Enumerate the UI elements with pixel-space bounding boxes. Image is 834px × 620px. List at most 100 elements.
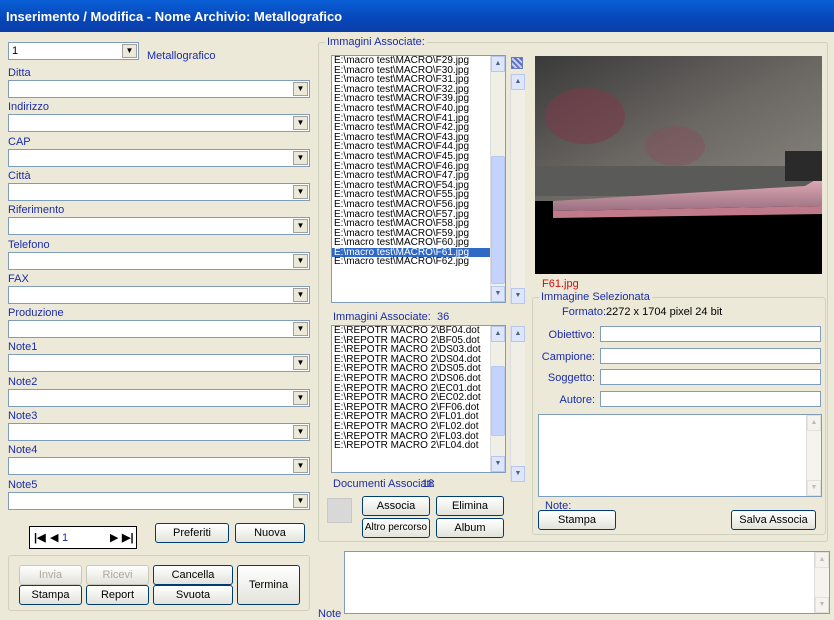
- selected-field-label-1: Campione:: [541, 350, 595, 363]
- chevron-down-icon[interactable]: ▼: [122, 44, 137, 58]
- archive-select-value: 1: [12, 45, 19, 57]
- selected-field-label-2: Soggetto:: [547, 372, 595, 384]
- next-record-icon[interactable]: ▶: [110, 531, 118, 544]
- scroll-down-icon[interactable]: ▼: [511, 288, 525, 304]
- album-button[interactable]: Album: [436, 518, 504, 538]
- stampa-image-button[interactable]: Stampa: [538, 510, 616, 530]
- first-record-icon[interactable]: |◀: [34, 531, 46, 544]
- chevron-down-icon[interactable]: ▼: [293, 459, 308, 474]
- image-preview: [535, 56, 822, 274]
- field-combo-2[interactable]: ▼: [8, 148, 310, 167]
- window-title: Inserimento / Modifica - Nome Archivio: …: [0, 0, 834, 32]
- scroll-up-icon[interactable]: ▲: [807, 415, 821, 431]
- image-list[interactable]: E:\macro test\MACRO\F29.jpg E:\macro test…: [331, 55, 506, 303]
- field-label-5: Telefono: [8, 238, 50, 251]
- scroll-down-icon[interactable]: ▼: [815, 597, 829, 613]
- record-navigator[interactable]: |◀ ◀ 1 ▶ ▶|: [29, 526, 137, 549]
- chevron-down-icon[interactable]: ▼: [293, 287, 308, 302]
- chevron-down-icon[interactable]: ▼: [293, 219, 308, 234]
- field-combo-7[interactable]: ▼: [8, 320, 310, 339]
- field-label-1: Indirizzo: [8, 101, 49, 114]
- document-list-scrollbar[interactable]: ▲ ▼: [490, 326, 505, 472]
- archive-select[interactable]: 1 ▼: [8, 42, 139, 60]
- record-number[interactable]: 1: [62, 532, 68, 544]
- chevron-down-icon[interactable]: ▼: [293, 150, 308, 165]
- note-scrollbar[interactable]: ▲ ▼: [806, 415, 821, 496]
- image-side-scrollbar[interactable]: ▲ ▼: [510, 74, 525, 304]
- scroll-up-icon[interactable]: ▲: [511, 326, 525, 342]
- field-label-0: Ditta: [8, 67, 31, 79]
- field-combo-1[interactable]: ▼: [8, 114, 310, 133]
- altro-percorso-button[interactable]: Altro percorso: [362, 518, 430, 538]
- documents-count-label: Documenti Associati:: [333, 478, 436, 490]
- document-list[interactable]: E:\REPOTR MACRO 2\BF04.dot E:\REPOTR MACR…: [331, 325, 506, 473]
- chevron-down-icon[interactable]: ▼: [293, 116, 308, 131]
- field-combo-8[interactable]: ▼: [8, 354, 310, 373]
- prev-record-icon[interactable]: ◀: [50, 531, 58, 544]
- field-label-7: Produzione: [8, 307, 64, 320]
- bottom-note-field[interactable]: ▲ ▼: [344, 551, 830, 614]
- chevron-down-icon[interactable]: ▼: [293, 425, 308, 439]
- selected-field-label-0: Obiettivo:: [548, 329, 595, 341]
- chevron-down-icon[interactable]: ▼: [293, 184, 308, 199]
- selected-field-input-0[interactable]: [600, 326, 821, 342]
- bottom-note-scrollbar[interactable]: ▲ ▼: [814, 552, 829, 613]
- chevron-down-icon[interactable]: ▼: [293, 390, 308, 405]
- scroll-up-icon[interactable]: ▲: [491, 326, 505, 342]
- preview-filename: F61.jpg: [542, 278, 579, 290]
- field-combo-4[interactable]: ▼: [8, 217, 310, 236]
- document-list-item[interactable]: E:\REPOTR MACRO 2\FL04.dot: [332, 441, 505, 451]
- termina-button[interactable]: Termina: [237, 565, 300, 605]
- field-label-12: Note5: [8, 478, 38, 491]
- grid-icon[interactable]: [511, 57, 523, 69]
- cancella-button[interactable]: Cancella: [153, 565, 233, 585]
- scroll-up-icon[interactable]: ▲: [815, 552, 829, 568]
- scroll-up-icon[interactable]: ▲: [511, 74, 525, 90]
- stampa-button[interactable]: Stampa: [19, 585, 82, 605]
- ricevi-button[interactable]: Ricevi: [86, 565, 149, 585]
- svuota-button[interactable]: Svuota: [153, 585, 233, 605]
- preferiti-button[interactable]: Preferiti: [155, 523, 229, 543]
- last-record-icon[interactable]: ▶|: [122, 531, 134, 544]
- salva-associa-button[interactable]: Salva Associa: [731, 510, 816, 530]
- chevron-down-icon[interactable]: ▼: [293, 82, 308, 96]
- elimina-button[interactable]: Elimina: [436, 496, 504, 516]
- chevron-down-icon[interactable]: ▼: [293, 253, 308, 268]
- selected-field-input-2[interactable]: [600, 369, 821, 385]
- image-list-item[interactable]: E:\macro test\MACRO\F62.jpg: [332, 257, 505, 267]
- scroll-down-icon[interactable]: ▼: [491, 456, 505, 472]
- scroll-down-icon[interactable]: ▼: [511, 466, 525, 482]
- field-combo-11[interactable]: ▼: [8, 457, 310, 476]
- invia-button[interactable]: Invia: [19, 565, 82, 585]
- selected-image-note[interactable]: ▲ ▼: [538, 414, 822, 497]
- field-combo-9[interactable]: ▼: [8, 388, 310, 407]
- document-side-scrollbar[interactable]: ▲ ▼: [510, 326, 525, 482]
- field-combo-0[interactable]: ▼: [8, 80, 310, 98]
- field-combo-12[interactable]: ▼: [8, 491, 310, 510]
- chevron-down-icon[interactable]: ▼: [293, 493, 308, 508]
- field-combo-5[interactable]: ▼: [8, 251, 310, 270]
- color-swatch[interactable]: [327, 498, 352, 523]
- report-button[interactable]: Report: [86, 585, 149, 605]
- selected-field-input-3[interactable]: [600, 390, 821, 407]
- associa-button[interactable]: Associa: [362, 496, 430, 516]
- chevron-down-icon[interactable]: ▼: [293, 322, 308, 337]
- scroll-thumb[interactable]: [491, 156, 505, 284]
- documents-count: 18: [422, 478, 435, 490]
- field-label-6: FAX: [8, 272, 29, 285]
- field-combo-6[interactable]: ▼: [8, 285, 310, 304]
- selected-field-input-1[interactable]: [600, 347, 821, 364]
- scroll-down-icon[interactable]: ▼: [491, 286, 505, 302]
- images-count-label: Immagini Associate:: [333, 311, 431, 323]
- scroll-thumb[interactable]: [491, 366, 505, 436]
- scroll-up-icon[interactable]: ▲: [491, 56, 505, 72]
- nuova-button[interactable]: Nuova: [235, 523, 305, 543]
- chevron-down-icon[interactable]: ▼: [293, 356, 308, 371]
- field-label-2: CAP: [8, 135, 31, 148]
- scroll-down-icon[interactable]: ▼: [807, 480, 821, 496]
- field-combo-10[interactable]: ▼: [8, 423, 310, 441]
- image-list-scrollbar[interactable]: ▲ ▼: [490, 56, 505, 302]
- field-label-8: Note1: [8, 341, 38, 354]
- field-label-11: Note4: [8, 444, 38, 457]
- field-combo-3[interactable]: ▼: [8, 182, 310, 201]
